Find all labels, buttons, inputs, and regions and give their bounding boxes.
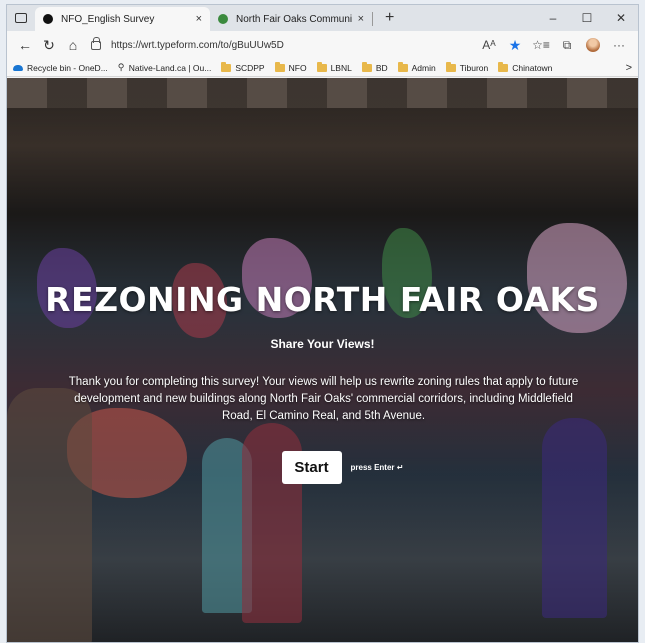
tab-title: NFO_English Survey <box>61 13 155 25</box>
bookmark-label: Admin <box>411 62 436 73</box>
bookmark-label: Native-Land.ca | Ou... <box>128 62 212 73</box>
folder-icon <box>316 61 327 72</box>
home-icon[interactable]: ⌂ <box>61 37 85 53</box>
bookmark-folder-lbnl[interactable]: LBNL <box>316 61 352 73</box>
collections-icon[interactable]: ⧉ <box>554 38 580 53</box>
favorites-list-icon[interactable]: ☆≡ <box>528 38 554 52</box>
bookmark-native-land[interactable]: ⚲ Native-Land.ca | Ou... <box>118 63 212 73</box>
start-button[interactable]: Start <box>281 451 342 484</box>
tab-community-plan[interactable]: North Fair Oaks Community Plan × <box>210 7 372 31</box>
survey-description: Thank you for completing this survey! Yo… <box>68 376 579 422</box>
close-tab-icon[interactable]: × <box>358 13 364 25</box>
read-aloud-icon[interactable]: Aᴬ <box>476 38 502 52</box>
tab-strip: NFO_English Survey × North Fair Oaks Com… <box>7 5 638 31</box>
folder-icon <box>274 61 285 72</box>
profile-avatar[interactable] <box>586 38 600 52</box>
survey-welcome-screen: REZONING NORTH FAIR OAKS Share Your View… <box>7 78 638 642</box>
hero-content: REZONING NORTH FAIR OAKS Share Your View… <box>7 78 638 642</box>
folder-icon <box>397 61 408 72</box>
bookmark-label: Recycle bin - OneD... <box>27 62 108 73</box>
close-window-icon[interactable]: ✕ <box>604 11 638 25</box>
tab-title: North Fair Oaks Community Plan <box>236 13 352 25</box>
bookmarks-bar: Recycle bin - OneD... ⚲ Native-Land.ca | … <box>7 59 638 77</box>
close-tab-icon[interactable]: × <box>196 13 202 25</box>
address-bar: ← ↻ ⌂ https://wrt.typeform.com/to/gBuUUw… <box>7 31 638 59</box>
folder-icon <box>445 61 456 72</box>
tab-nfo-survey[interactable]: NFO_English Survey × <box>35 7 210 31</box>
tab-separator <box>372 12 373 26</box>
refresh-icon[interactable]: ↻ <box>37 37 61 54</box>
url-field[interactable]: https://wrt.typeform.com/to/gBuUUw5D <box>91 34 476 56</box>
bookmark-label: LBNL <box>330 62 352 73</box>
page-subtitle: Share Your Views! <box>270 337 375 351</box>
bookmark-label: NFO <box>288 62 307 73</box>
window-controls: – ☐ ✕ <box>536 5 638 31</box>
location-pin-icon: ⚲ <box>117 62 125 72</box>
bookmark-label: BD <box>375 62 388 73</box>
folder-icon <box>221 61 232 72</box>
new-tab-icon[interactable]: + <box>379 7 400 31</box>
community-plan-favicon-icon <box>218 14 228 24</box>
onedrive-cloud-icon <box>13 64 23 71</box>
url-text[interactable]: https://wrt.typeform.com/to/gBuUUw5D <box>111 40 476 51</box>
bookmark-recycle-bin[interactable]: Recycle bin - OneD... <box>13 63 108 73</box>
chevron-right-icon[interactable]: > <box>626 62 632 74</box>
page-title: REZONING NORTH FAIR OAKS <box>45 280 600 319</box>
press-enter-hint: press Enter ↵ <box>350 463 404 472</box>
bookmark-folder-scdpp[interactable]: SCDPP <box>221 61 265 73</box>
folder-icon <box>361 61 372 72</box>
bookmark-folder-bd[interactable]: BD <box>361 61 388 73</box>
bookmark-label: Tiburon <box>459 62 489 73</box>
back-icon[interactable]: ← <box>13 37 37 53</box>
bookmark-label: Chinatown <box>512 62 553 73</box>
tab-actions-button[interactable] <box>7 5 35 31</box>
bookmark-folder-nfo[interactable]: NFO <box>274 61 307 73</box>
browser-window: NFO_English Survey × North Fair Oaks Com… <box>6 4 639 643</box>
typeform-favicon-icon <box>43 14 53 24</box>
lock-icon[interactable] <box>91 36 101 50</box>
start-row: Start press Enter ↵ <box>7 451 638 484</box>
bookmark-label: SCDPP <box>235 62 265 73</box>
bookmark-folder-chinatown[interactable]: Chinatown <box>498 61 553 73</box>
bookmark-folder-admin[interactable]: Admin <box>397 61 436 73</box>
folder-icon <box>498 61 509 72</box>
bookmark-folder-tiburon[interactable]: Tiburon <box>445 61 489 73</box>
tab-actions-icon <box>15 13 27 23</box>
favorite-star-icon[interactable]: ★ <box>502 37 528 54</box>
maximize-icon[interactable]: ☐ <box>570 11 604 25</box>
minimize-icon[interactable]: – <box>536 11 570 25</box>
more-menu-icon[interactable]: ··· <box>606 38 632 52</box>
